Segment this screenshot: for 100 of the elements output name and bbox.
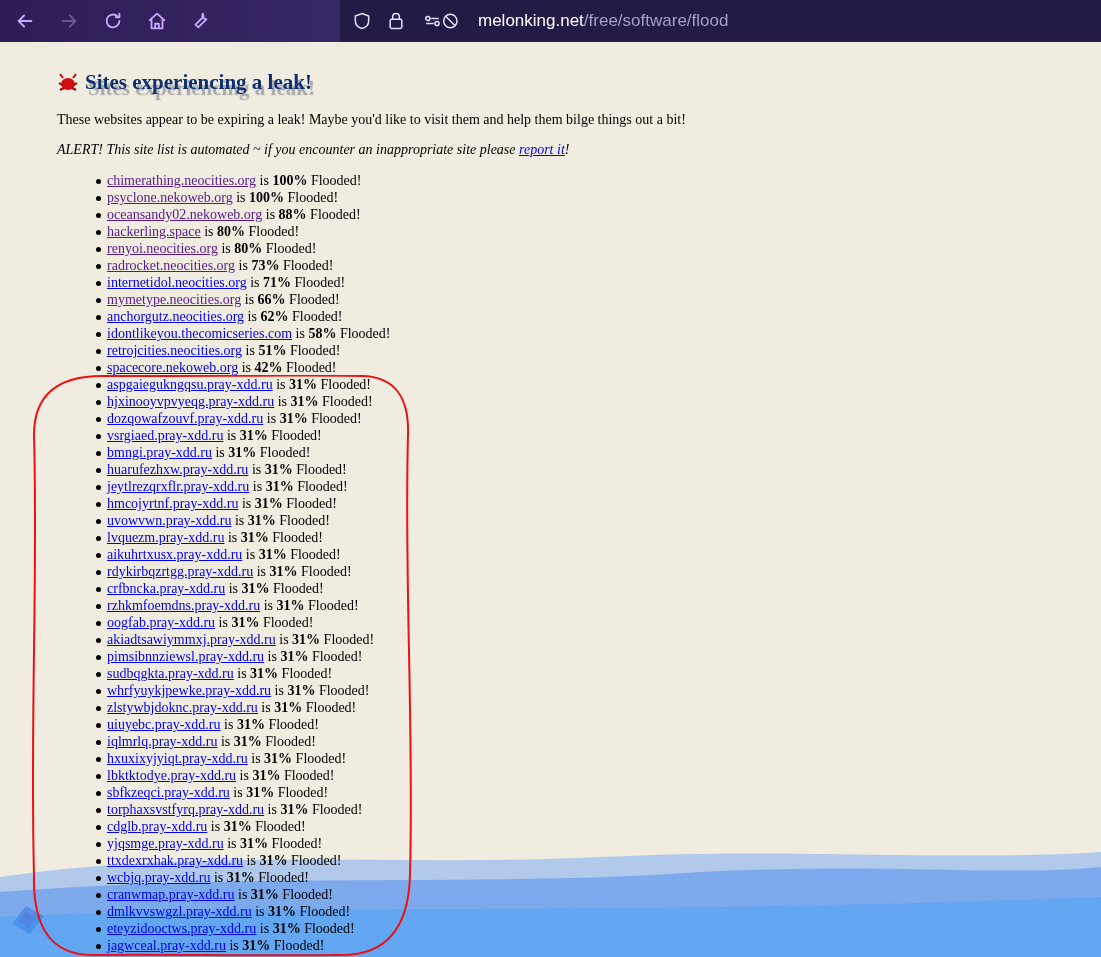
- bullet-icon: [96, 808, 101, 814]
- bullet-icon: [96, 927, 101, 933]
- site-link[interactable]: dozqowafzouvf.pray-xdd.ru: [107, 411, 264, 426]
- site-link[interactable]: dmlkvvswgzl.pray-xdd.ru: [107, 904, 252, 919]
- bullet-icon: [96, 536, 101, 542]
- site-link[interactable]: akiadtsawiymmxj.pray-xdd.ru: [107, 632, 276, 647]
- site-link[interactable]: yjqsmge.pray-xdd.ru: [107, 836, 224, 851]
- flood-status: is 31% Flooded!: [259, 921, 355, 936]
- site-link[interactable]: mymetype.neocities.org: [107, 292, 242, 307]
- bullet-icon: [96, 213, 101, 219]
- site-link[interactable]: vsrgiaed.pray-xdd.ru: [107, 428, 224, 443]
- site-link[interactable]: uvowvwn.pray-xdd.ru: [107, 513, 232, 528]
- flood-status: is 31% Flooded!: [227, 530, 323, 545]
- site-link[interactable]: rzhkmfoemdns.pray-xdd.ru: [107, 598, 261, 613]
- site-link[interactable]: lvquezm.pray-xdd.ru: [107, 530, 225, 545]
- bullet-icon: [96, 757, 101, 763]
- flood-status: is 66% Flooded!: [244, 292, 340, 307]
- flood-status: is 100% Flooded!: [236, 190, 339, 205]
- flood-status: is 31% Flooded!: [229, 938, 325, 953]
- flood-status: is 31% Flooded!: [227, 836, 323, 851]
- site-link[interactable]: aspgaiegukngqsu.pray-xdd.ru: [107, 377, 273, 392]
- flood-status: is 31% Flooded!: [276, 377, 372, 392]
- site-link[interactable]: bmngi.pray-xdd.ru: [107, 445, 212, 460]
- bullet-icon: [96, 553, 101, 559]
- bullet-icon: [96, 672, 101, 678]
- site-link[interactable]: renyoi.neocities.org: [107, 241, 218, 256]
- flood-status: is 31% Flooded!: [267, 802, 363, 817]
- site-link[interactable]: hmcojyrtnf.pray-xdd.ru: [107, 496, 239, 511]
- site-link[interactable]: jagwceal.pray-xdd.ru: [107, 938, 226, 953]
- flood-status: is 80% Flooded!: [221, 241, 317, 256]
- flood-status: is 31% Flooded!: [252, 479, 348, 494]
- bullet-icon: [96, 910, 101, 916]
- site-link[interactable]: pimsibnnziewsl.pray-xdd.ru: [107, 649, 265, 664]
- flood-status: is 31% Flooded!: [251, 462, 347, 477]
- site-link[interactable]: anchorgutz.neocities.org: [107, 309, 245, 324]
- site-link[interactable]: hjxinooyvpvyeqg.pray-xdd.ru: [107, 394, 275, 409]
- site-link[interactable]: iqlmrlq.pray-xdd.ru: [107, 734, 218, 749]
- bullet-icon: [96, 366, 101, 372]
- flood-status: is 31% Flooded!: [255, 904, 351, 919]
- flood-status: is 51% Flooded!: [245, 343, 341, 358]
- lock-icon[interactable]: [386, 11, 406, 31]
- site-link[interactable]: spacecore.nekoweb.org: [107, 360, 239, 375]
- flood-status: is 80% Flooded!: [204, 224, 300, 239]
- site-link[interactable]: huarufezhxw.pray-xdd.ru: [107, 462, 249, 477]
- site-link[interactable]: sbfkzeqci.pray-xdd.ru: [107, 785, 230, 800]
- bullet-icon: [96, 825, 101, 831]
- site-link[interactable]: crfbncka.pray-xdd.ru: [107, 581, 226, 596]
- site-link[interactable]: cranwmap.pray-xdd.ru: [107, 887, 235, 902]
- bullet-icon: [96, 468, 101, 474]
- bullet-icon: [96, 944, 101, 950]
- bullet-icon: [96, 706, 101, 712]
- site-link[interactable]: psyclone.nekoweb.org: [107, 190, 233, 205]
- site-link[interactable]: whrfyuykjpewke.pray-xdd.ru: [107, 683, 272, 698]
- report-link[interactable]: report it: [519, 142, 565, 157]
- site-link[interactable]: rdykirbqzrtgg.pray-xdd.ru: [107, 564, 254, 579]
- flood-status: is 31% Flooded!: [251, 751, 347, 766]
- site-link[interactable]: oogfab.pray-xdd.ru: [107, 615, 216, 630]
- flood-status: is 31% Flooded!: [277, 394, 373, 409]
- site-link[interactable]: eteyzidooctws.pray-xdd.ru: [107, 921, 257, 936]
- site-link[interactable]: torphaxsvstfyrq.pray-xdd.ru: [107, 802, 265, 817]
- site-link[interactable]: internetidol.neocities.org: [107, 275, 247, 290]
- site-link[interactable]: jeytlrezqrxflr.pray-xdd.ru: [107, 479, 250, 494]
- bullet-icon: [96, 859, 101, 865]
- flood-status: is 31% Flooded!: [261, 700, 357, 715]
- bullet-icon: [96, 434, 101, 440]
- flood-status: is 31% Flooded!: [233, 785, 329, 800]
- site-link[interactable]: lbktktodye.pray-xdd.ru: [107, 768, 237, 783]
- site-link[interactable]: chimerathing.neocities.org: [107, 173, 257, 188]
- bullet-icon: [96, 196, 101, 202]
- site-link[interactable]: zlstywbjdoknc.pray-xdd.ru: [107, 700, 258, 715]
- site-link[interactable]: aikuhrtxusx.pray-xdd.ru: [107, 547, 243, 562]
- site-link[interactable]: hackerling.space: [107, 224, 201, 239]
- flood-status: is 58% Flooded!: [295, 326, 391, 341]
- description-text: These websites appear to be expiring a leak! Maybe you'd like to visit them and help them bilge things out a bit!: [57, 111, 687, 128]
- address-field[interactable]: melonking.net/free/software/flood: [478, 11, 729, 31]
- flood-status: is 31% Flooded!: [218, 615, 314, 630]
- bullet-icon: [96, 332, 101, 338]
- site-link[interactable]: retrojcities.neocities.org: [107, 343, 243, 358]
- bullet-icon: [96, 264, 101, 270]
- shield-icon[interactable]: [352, 11, 372, 31]
- flood-status: is 31% Flooded!: [279, 632, 375, 647]
- site-link[interactable]: cdglb.pray-xdd.ru: [107, 819, 208, 834]
- site-link[interactable]: sudbqgkta.pray-xdd.ru: [107, 666, 234, 681]
- flood-status: is 31% Flooded!: [239, 768, 335, 783]
- site-link[interactable]: hxuxixyjyiqt.pray-xdd.ru: [107, 751, 248, 766]
- site-link[interactable]: uiuyebc.pray-xdd.ru: [107, 717, 221, 732]
- crab-icon: [57, 71, 79, 93]
- site-link[interactable]: ttxdexrxhak.pray-xdd.ru: [107, 853, 244, 868]
- site-link[interactable]: idontlikeyou.thecomicseries.com: [107, 326, 293, 341]
- section-heading: Sites experiencing a leak!: [85, 69, 312, 95]
- site-link[interactable]: wcbjq.pray-xdd.ru: [107, 870, 211, 885]
- site-link[interactable]: radrocket.neocities.org: [107, 258, 236, 273]
- flood-status: is 31% Flooded!: [267, 649, 363, 664]
- flood-status: is 31% Flooded!: [256, 564, 352, 579]
- bullet-icon: [96, 400, 101, 406]
- site-link[interactable]: oceansandy02.nekoweb.org: [107, 207, 263, 222]
- flood-status: is 31% Flooded!: [210, 819, 306, 834]
- bullet-icon: [96, 315, 101, 321]
- flood-status: is 31% Flooded!: [224, 717, 319, 732]
- flood-status: is 31% Flooded!: [226, 428, 322, 443]
